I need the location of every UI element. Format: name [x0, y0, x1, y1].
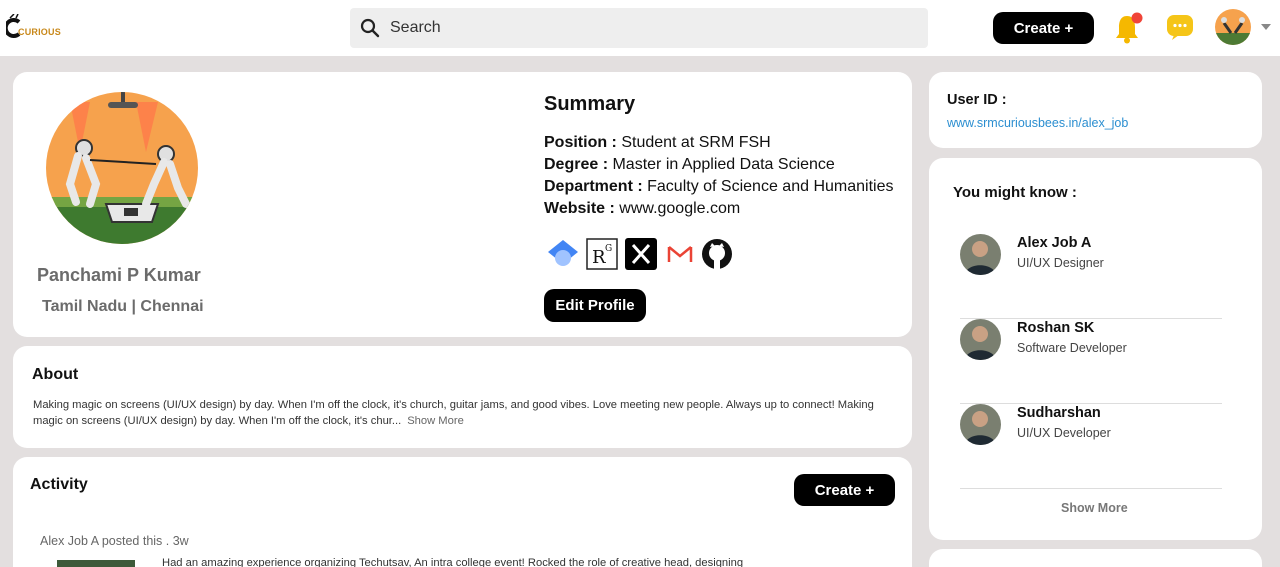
top-nav-bar: CURIOUS Create + [0, 0, 1280, 56]
activity-title: Activity [30, 476, 88, 493]
person-role: UI/UX Developer [1017, 426, 1111, 440]
summary-label: Position [544, 134, 608, 151]
search-input[interactable] [390, 8, 910, 48]
messages-button[interactable] [1166, 13, 1194, 41]
post-meta: Alex Job A posted this . 3w [40, 534, 189, 548]
person-name: Roshan SK [1017, 320, 1095, 336]
profile-location: Tamil Nadu | Chennai [42, 298, 204, 315]
person-role: UI/UX Designer [1017, 256, 1104, 270]
user-id-label: User ID : [947, 92, 1007, 108]
edit-profile-button[interactable]: Edit Profile [544, 289, 646, 322]
summary-label: Degree [544, 156, 599, 173]
about-title: About [32, 366, 79, 383]
post-thumbnail[interactable] [57, 560, 135, 567]
avatar-image [1215, 9, 1251, 45]
github-icon[interactable] [701, 238, 733, 270]
summary-label: Website [544, 200, 606, 217]
person-name: Sudharshan [1017, 405, 1101, 421]
summary-degree: Degree : Master in Applied Data Science [544, 156, 835, 173]
about-text: Making magic on screens (UI/UX design) b… [33, 397, 893, 429]
suggestion-item[interactable]: Sudharshan UI/UX Developer [960, 404, 1222, 489]
site-logo[interactable]: CURIOUS [6, 14, 61, 42]
x-icon[interactable] [625, 238, 657, 270]
person-avatar [960, 404, 1001, 445]
create-post-button[interactable]: Create + [794, 474, 895, 506]
create-button[interactable]: Create + [993, 12, 1094, 44]
google-scholar-icon[interactable] [547, 238, 579, 270]
activity-card: Activity Create + Alex Job A posted this… [13, 457, 912, 567]
summary-title: Summary [544, 93, 636, 115]
search-icon [360, 18, 380, 38]
search-bar[interactable] [350, 8, 928, 48]
user-id-card: User ID : www.srmcuriousbees.in/alex_job [929, 72, 1262, 148]
person-name: Alex Job A [1017, 235, 1092, 251]
person-avatar [960, 319, 1001, 360]
summary-value[interactable]: www.google.com [619, 200, 740, 217]
summary-label: Department [544, 178, 633, 195]
logo-text: CURIOUS [18, 27, 61, 37]
profile-card: Panchami P Kumar Tamil Nadu | Chennai Su… [13, 72, 912, 337]
fencing-illustration [46, 92, 198, 244]
user-id-link[interactable]: www.srmcuriousbees.in/alex_job [947, 116, 1128, 130]
about-show-more-link[interactable]: Show More [407, 415, 464, 427]
summary-value: Faculty of Science and Humanities [647, 178, 894, 195]
chat-icon [1167, 15, 1193, 40]
summary-value: Student at SRM FSH [621, 134, 771, 151]
post-text[interactable]: Had an amazing experience organizing Tec… [162, 557, 743, 567]
suggestion-item[interactable]: Alex Job A UI/UX Designer [960, 234, 1222, 319]
summary-position: Position : Student at SRM FSH [544, 134, 771, 151]
bell-icon [1116, 12, 1143, 44]
person-role: Software Developer [1017, 341, 1127, 355]
user-avatar[interactable] [1215, 9, 1251, 45]
profile-picture [46, 92, 198, 244]
profile-name: Panchami P Kumar [37, 265, 201, 285]
svg-text:G: G [605, 244, 612, 254]
notifications-button[interactable] [1113, 12, 1143, 44]
summary-website: Website : www.google.com [544, 200, 741, 217]
person-avatar [960, 234, 1001, 275]
researchgate-icon[interactable]: R G [586, 238, 618, 270]
suggestion-item[interactable]: Roshan SK Software Developer [960, 319, 1222, 404]
svg-text:R: R [592, 247, 606, 268]
might-know-show-more[interactable]: Show More [1061, 501, 1128, 515]
you-might-know-card: You might know : Alex Job A UI/UX Design… [929, 158, 1262, 540]
gmail-icon[interactable] [664, 238, 696, 270]
summary-department: Department : Faculty of Science and Huma… [544, 178, 894, 195]
sidebar-bottom-card [929, 549, 1262, 567]
about-card: About Making magic on screens (UI/UX des… [13, 346, 912, 448]
summary-value: Master in Applied Data Science [612, 156, 835, 173]
chevron-down-icon[interactable] [1261, 24, 1271, 30]
might-know-title: You might know : [953, 184, 1077, 201]
